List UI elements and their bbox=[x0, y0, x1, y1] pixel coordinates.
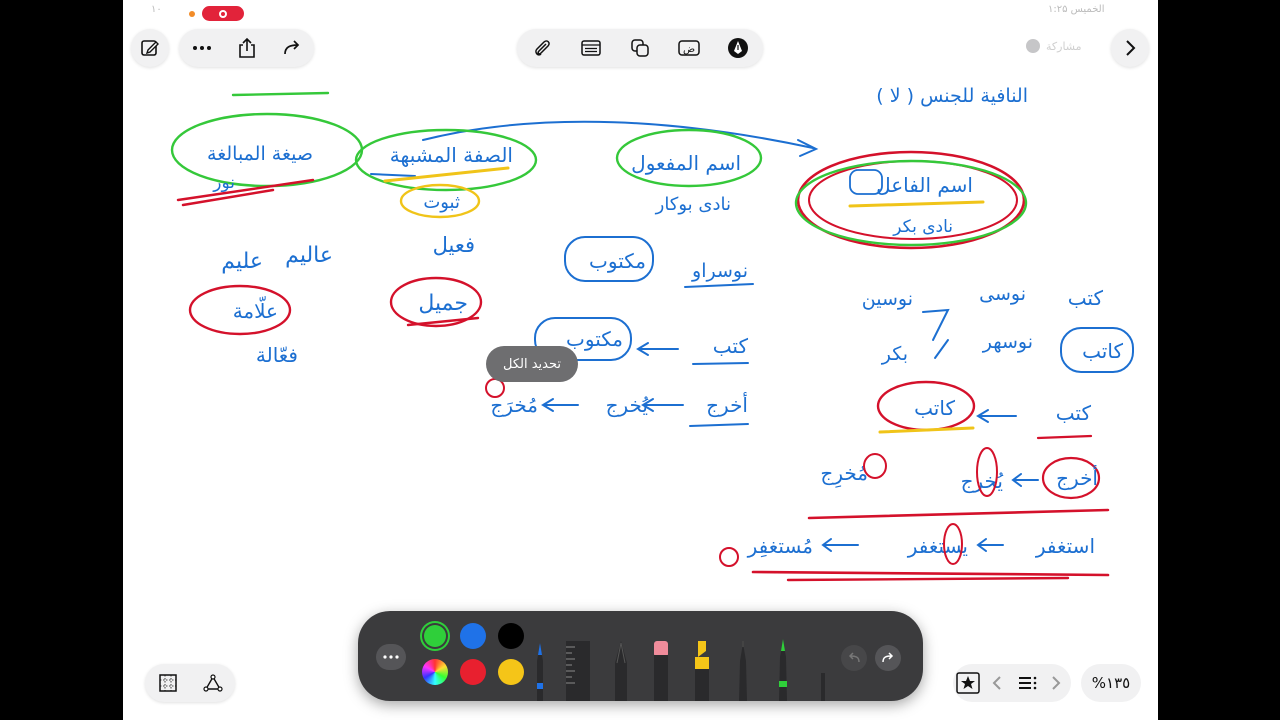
mushabbaha-subtitle: ثبوت bbox=[423, 192, 460, 213]
bottom-left-toolbar bbox=[145, 664, 235, 702]
word-bakr: بكر bbox=[881, 343, 908, 365]
fineliner-tool[interactable] bbox=[733, 639, 753, 701]
word-kataba-2: كتب bbox=[1068, 286, 1104, 310]
mushabbaha-title: الصفة المشبهة bbox=[390, 143, 513, 167]
word-allama: علّامة bbox=[233, 296, 278, 323]
marker-tool[interactable] bbox=[773, 637, 793, 701]
chevron-left-icon[interactable] bbox=[983, 668, 1013, 698]
undo-icon[interactable] bbox=[841, 645, 867, 671]
word-katib-2: كاتب bbox=[914, 396, 955, 420]
note-canvas[interactable]: ۱۰ الخميس ۱:۲۵ ض مشاركة (لا) النافية ل… bbox=[123, 0, 1158, 720]
word-istaghfara: استغفر bbox=[1035, 534, 1095, 558]
word-maktoob-1: مكتوب bbox=[589, 249, 646, 273]
word-akhraja-1: أخرج bbox=[706, 392, 748, 417]
color-yellow-swatch[interactable] bbox=[498, 659, 524, 685]
mubalagha-title: صيغة المبالغة bbox=[207, 143, 313, 165]
pen-tool[interactable] bbox=[530, 641, 550, 701]
zoom-level[interactable]: %١٣٥ bbox=[1081, 664, 1141, 702]
star-icon[interactable] bbox=[953, 668, 983, 698]
ruler-tool[interactable] bbox=[563, 639, 593, 701]
lasso-tool[interactable] bbox=[816, 671, 830, 701]
word-nawsahr: نوسهر bbox=[982, 331, 1033, 353]
highlighter-tool[interactable] bbox=[691, 639, 713, 701]
page-navigation bbox=[953, 664, 1071, 702]
color-green-swatch[interactable] bbox=[424, 625, 446, 647]
word-maktoob-2: مكتوب bbox=[566, 327, 623, 351]
word-mukhrij: مُخرِج bbox=[820, 461, 868, 488]
mubalagha-subtitle: نور bbox=[212, 173, 235, 193]
word-yukhriju-1: يُخرج bbox=[606, 393, 649, 417]
word-kataba-3: كتب bbox=[1056, 401, 1092, 425]
grid-icon[interactable] bbox=[153, 668, 183, 698]
word-nawsraw: نوسراو bbox=[691, 260, 748, 282]
word-nawsa: نوسى bbox=[979, 283, 1026, 305]
word-nawseen: نوسين bbox=[862, 288, 913, 310]
chevron-right-icon[interactable] bbox=[1042, 668, 1072, 698]
list-icon[interactable] bbox=[1012, 668, 1042, 698]
markup-toolbar bbox=[358, 611, 923, 701]
mafool-title: اسم المفعول bbox=[631, 151, 741, 175]
color-picker-swatch[interactable] bbox=[422, 659, 448, 685]
shapes-icon[interactable] bbox=[198, 668, 228, 698]
word-katib-1: كاتب bbox=[1082, 339, 1123, 363]
color-blue-swatch[interactable] bbox=[460, 623, 486, 649]
word-aaleem: عاليم bbox=[285, 243, 333, 268]
word-akhraja-2: أخرج bbox=[1056, 465, 1098, 490]
redo-icon[interactable] bbox=[875, 645, 901, 671]
word-aleem: عليم bbox=[221, 249, 263, 274]
word-mustaghfir: مُستغفِر bbox=[747, 534, 813, 558]
header-text: ( لا ) النافية للجنس bbox=[876, 85, 1028, 107]
select-all-tooltip[interactable]: تحديد الكل bbox=[486, 346, 578, 382]
mafool-subtitle: نادى بوكار bbox=[655, 194, 731, 215]
word-faala: فعّالة bbox=[256, 343, 298, 367]
word-jameel: جميل bbox=[418, 291, 468, 316]
color-black-swatch[interactable] bbox=[498, 623, 524, 649]
pencil-tool[interactable] bbox=[610, 639, 632, 701]
word-kataba-1: كتب bbox=[713, 334, 749, 358]
fael-title: اسم الفاعل bbox=[876, 173, 973, 197]
more-icon[interactable] bbox=[376, 644, 406, 670]
color-red-swatch[interactable] bbox=[460, 659, 486, 685]
eraser-tool[interactable] bbox=[650, 639, 672, 701]
fael-subtitle: نادى بكر bbox=[892, 217, 953, 237]
word-faeel: فعيل bbox=[433, 233, 475, 257]
word-yastaghfiru: يستغفر bbox=[907, 534, 968, 558]
